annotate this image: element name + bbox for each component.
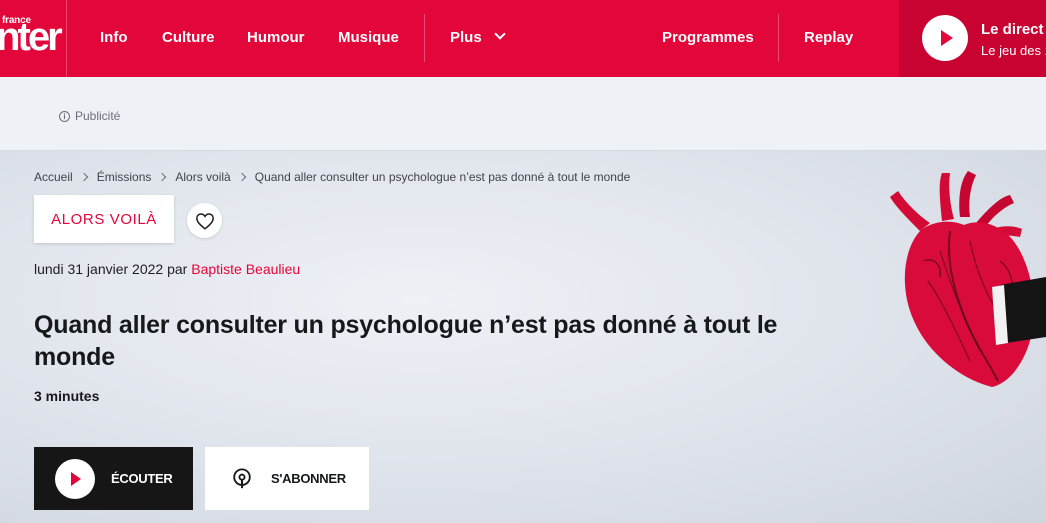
breadcrumb-emissions[interactable]: Émissions (97, 170, 152, 184)
ad-label-text: Publicité (75, 109, 121, 123)
nav-programmes[interactable]: Programmes (662, 29, 754, 46)
listen-button[interactable]: ÉCOUTER (34, 447, 193, 510)
episode-title: Quand aller consulter un psychologue n’e… (34, 311, 778, 371)
show-tag-button[interactable]: ALORS VOILÀ (34, 195, 174, 243)
author-link[interactable]: Baptiste Beaulieu (191, 261, 300, 277)
nav-divider (778, 14, 779, 62)
breadcrumb-current: Quand aller consulter un psychologue n’e… (254, 170, 631, 184)
heart-icon (195, 212, 214, 230)
episode-meta: lundi 31 janvier 2022 par Baptiste Beaul… (34, 261, 300, 277)
chevron-right-icon (158, 172, 167, 182)
nav-divider (424, 14, 425, 62)
nav-info[interactable]: Info (100, 29, 128, 46)
logo-big-text: inter (0, 15, 63, 59)
breadcrumb-show[interactable]: Alors voilà (175, 170, 230, 184)
nav-humour[interactable]: Humour (247, 29, 305, 46)
live-play-icon[interactable] (922, 15, 968, 61)
episode-date: lundi 31 janvier 2022 par (34, 261, 188, 277)
chevron-right-icon (79, 172, 88, 182)
chevron-right-icon (237, 172, 246, 182)
nav-plus-menu[interactable]: Plus (450, 28, 506, 46)
site-logo[interactable]: france inter (0, 0, 67, 77)
site-header: france inter Info Culture Humour Musique… (0, 0, 1046, 77)
favorite-button[interactable] (187, 203, 222, 238)
chevron-down-icon (494, 28, 506, 40)
ad-banner: i Publicité (0, 77, 1046, 151)
live-title: Le direct (981, 21, 1044, 38)
nav-plus-label: Plus (450, 29, 482, 46)
nav-culture[interactable]: Culture (162, 29, 215, 46)
breadcrumb-home[interactable]: Accueil (34, 170, 73, 184)
subscribe-button[interactable]: S'ABONNER (205, 447, 369, 510)
info-icon: i (59, 110, 70, 122)
live-player[interactable]: Le direct Le jeu des 1000 (899, 0, 1046, 77)
live-subtitle: Le jeu des 1000 (981, 43, 1046, 58)
ad-label: i Publicité (59, 109, 120, 123)
episode-duration: 3 minutes (34, 388, 100, 404)
podcast-icon (233, 467, 251, 488)
breadcrumb: Accueil Émissions Alors voilà Quand alle… (34, 170, 630, 184)
subscribe-label: S'ABONNER (271, 471, 346, 486)
anatomical-heart-illustration (890, 171, 1046, 387)
play-icon (55, 458, 95, 499)
nav-musique[interactable]: Musique (338, 29, 399, 46)
listen-label: ÉCOUTER (111, 471, 173, 486)
nav-replay[interactable]: Replay (804, 29, 853, 46)
episode-hero: Accueil Émissions Alors voilà Quand alle… (0, 151, 1046, 523)
